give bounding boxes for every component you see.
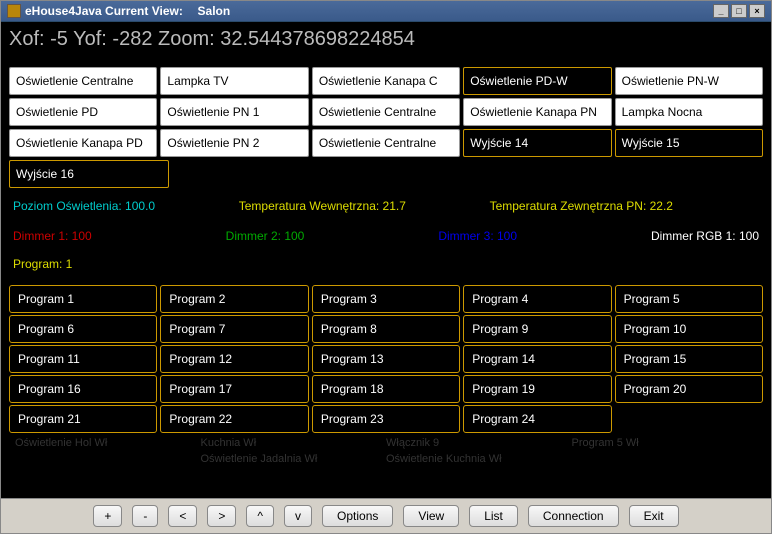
connection-button[interactable]: Connection <box>528 505 619 527</box>
faded-label: Oświetlenie Jadalnia Wł <box>201 453 387 465</box>
pan-left-button[interactable]: < <box>168 505 197 527</box>
light-empty <box>617 160 763 188</box>
light-cell[interactable]: Wyjście 16 <box>9 160 169 188</box>
app-icon <box>7 4 21 18</box>
faded-label: Oświetlenie Kuchnia Wł <box>386 453 572 465</box>
program-cell[interactable]: Program 22 <box>160 405 308 433</box>
faded-label <box>572 453 758 465</box>
faded-label: Oświetlenie Hol Wł <box>15 437 201 449</box>
light-cell[interactable]: Oświetlenie PN 2 <box>160 129 308 157</box>
status-item: Poziom Oświetlenia: 100.0 <box>13 199 155 213</box>
program-cell[interactable]: Program 20 <box>615 375 763 403</box>
light-cell[interactable]: Oświetlenie PN 1 <box>160 98 308 126</box>
light-cell[interactable]: Oświetlenie Kanapa PD <box>9 129 157 157</box>
program-cell[interactable]: Program 12 <box>160 345 308 373</box>
program-cell[interactable]: Program 23 <box>312 405 460 433</box>
list-button[interactable]: List <box>469 505 518 527</box>
light-cell[interactable]: Wyjście 14 <box>463 129 611 157</box>
light-cell[interactable]: Lampka Nocna <box>615 98 763 126</box>
status-row-2: Dimmer 1: 100 Dimmer 2: 100 Dimmer 3: 100 D… <box>9 221 763 251</box>
faded-label: Program 5 Wł <box>572 437 758 449</box>
status-item: Temperatura Zewnętrzna PN: 22.2 <box>490 199 673 213</box>
program-cell[interactable]: Program 8 <box>312 315 460 343</box>
program-cell[interactable]: Program 1 <box>9 285 157 313</box>
program-cell[interactable]: Program 14 <box>463 345 611 373</box>
program-current-label: Program: 1 <box>9 251 763 285</box>
program-cell[interactable]: Program 3 <box>312 285 460 313</box>
program-cell[interactable]: Program 15 <box>615 345 763 373</box>
title-room: Salon <box>198 4 231 18</box>
program-cell[interactable]: Program 6 <box>9 315 157 343</box>
bottom-toolbar: + - < > ^ v Options View List Connection… <box>1 498 771 533</box>
light-cell[interactable]: Wyjście 15 <box>615 129 763 157</box>
program-cell[interactable]: Program 17 <box>160 375 308 403</box>
light-cell[interactable]: Oświetlenie PD-W <box>463 67 611 95</box>
faded-label <box>15 453 201 465</box>
light-cell[interactable]: Oświetlenie Centralne <box>312 98 460 126</box>
coordinates-bar: Xof: -5 Yof: -282 Zoom: 32.5443786982248… <box>9 26 763 67</box>
program-empty <box>615 405 763 433</box>
program-cell[interactable]: Program 2 <box>160 285 308 313</box>
light-cell[interactable]: Lampka TV <box>160 67 308 95</box>
program-cell[interactable]: Program 11 <box>9 345 157 373</box>
light-empty <box>320 160 466 188</box>
status-item: Temperatura Wewnętrzna: 21.7 <box>239 199 406 213</box>
title-prefix: eHouse4Java Current View: <box>25 4 183 18</box>
options-button[interactable]: Options <box>322 505 393 527</box>
light-cell[interactable]: Oświetlenie Kanapa PN <box>463 98 611 126</box>
light-cell[interactable]: Oświetlenie PN-W <box>615 67 763 95</box>
light-empty <box>469 160 615 188</box>
close-button[interactable]: × <box>749 4 765 18</box>
program-cell[interactable]: Program 16 <box>9 375 157 403</box>
program-cell[interactable]: Program 24 <box>463 405 611 433</box>
titlebar: eHouse4Java Current View: Salon _ □ × <box>1 1 771 22</box>
program-cell[interactable]: Program 10 <box>615 315 763 343</box>
program-cell[interactable]: Program 19 <box>463 375 611 403</box>
maximize-button[interactable]: □ <box>731 4 747 18</box>
status-item: Dimmer 2: 100 <box>226 229 305 243</box>
pan-right-button[interactable]: > <box>207 505 236 527</box>
program-cell[interactable]: Program 4 <box>463 285 611 313</box>
light-empty <box>172 160 318 188</box>
program-cell[interactable]: Program 9 <box>463 315 611 343</box>
program-cell[interactable]: Program 5 <box>615 285 763 313</box>
light-cell[interactable]: Oświetlenie Centralne <box>9 67 157 95</box>
light-cell[interactable]: Oświetlenie PD <box>9 98 157 126</box>
light-cell[interactable]: Oświetlenie Centralne <box>312 129 460 157</box>
pan-up-button[interactable]: ^ <box>246 505 274 527</box>
view-button[interactable]: View <box>403 505 459 527</box>
pan-down-button[interactable]: v <box>284 505 312 527</box>
status-item: Dimmer 1: 100 <box>13 229 92 243</box>
faded-label: Kuchnia Wł <box>201 437 387 449</box>
light-cell[interactable]: Oświetlenie Kanapa C <box>312 67 460 95</box>
zoom-in-button[interactable]: + <box>93 505 122 527</box>
program-cell[interactable]: Program 7 <box>160 315 308 343</box>
faded-label: Włącznik 9 <box>386 437 572 449</box>
program-cell[interactable]: Program 18 <box>312 375 460 403</box>
program-cell[interactable]: Program 21 <box>9 405 157 433</box>
status-item: Dimmer 3: 100 <box>438 229 517 243</box>
zoom-out-button[interactable]: - <box>132 505 158 527</box>
program-cell[interactable]: Program 13 <box>312 345 460 373</box>
status-row-1: Poziom Oświetlenia: 100.0 Temperatura Wew… <box>9 191 763 221</box>
minimize-button[interactable]: _ <box>713 4 729 18</box>
exit-button[interactable]: Exit <box>629 505 679 527</box>
status-item: Dimmer RGB 1: 100 <box>651 229 759 243</box>
